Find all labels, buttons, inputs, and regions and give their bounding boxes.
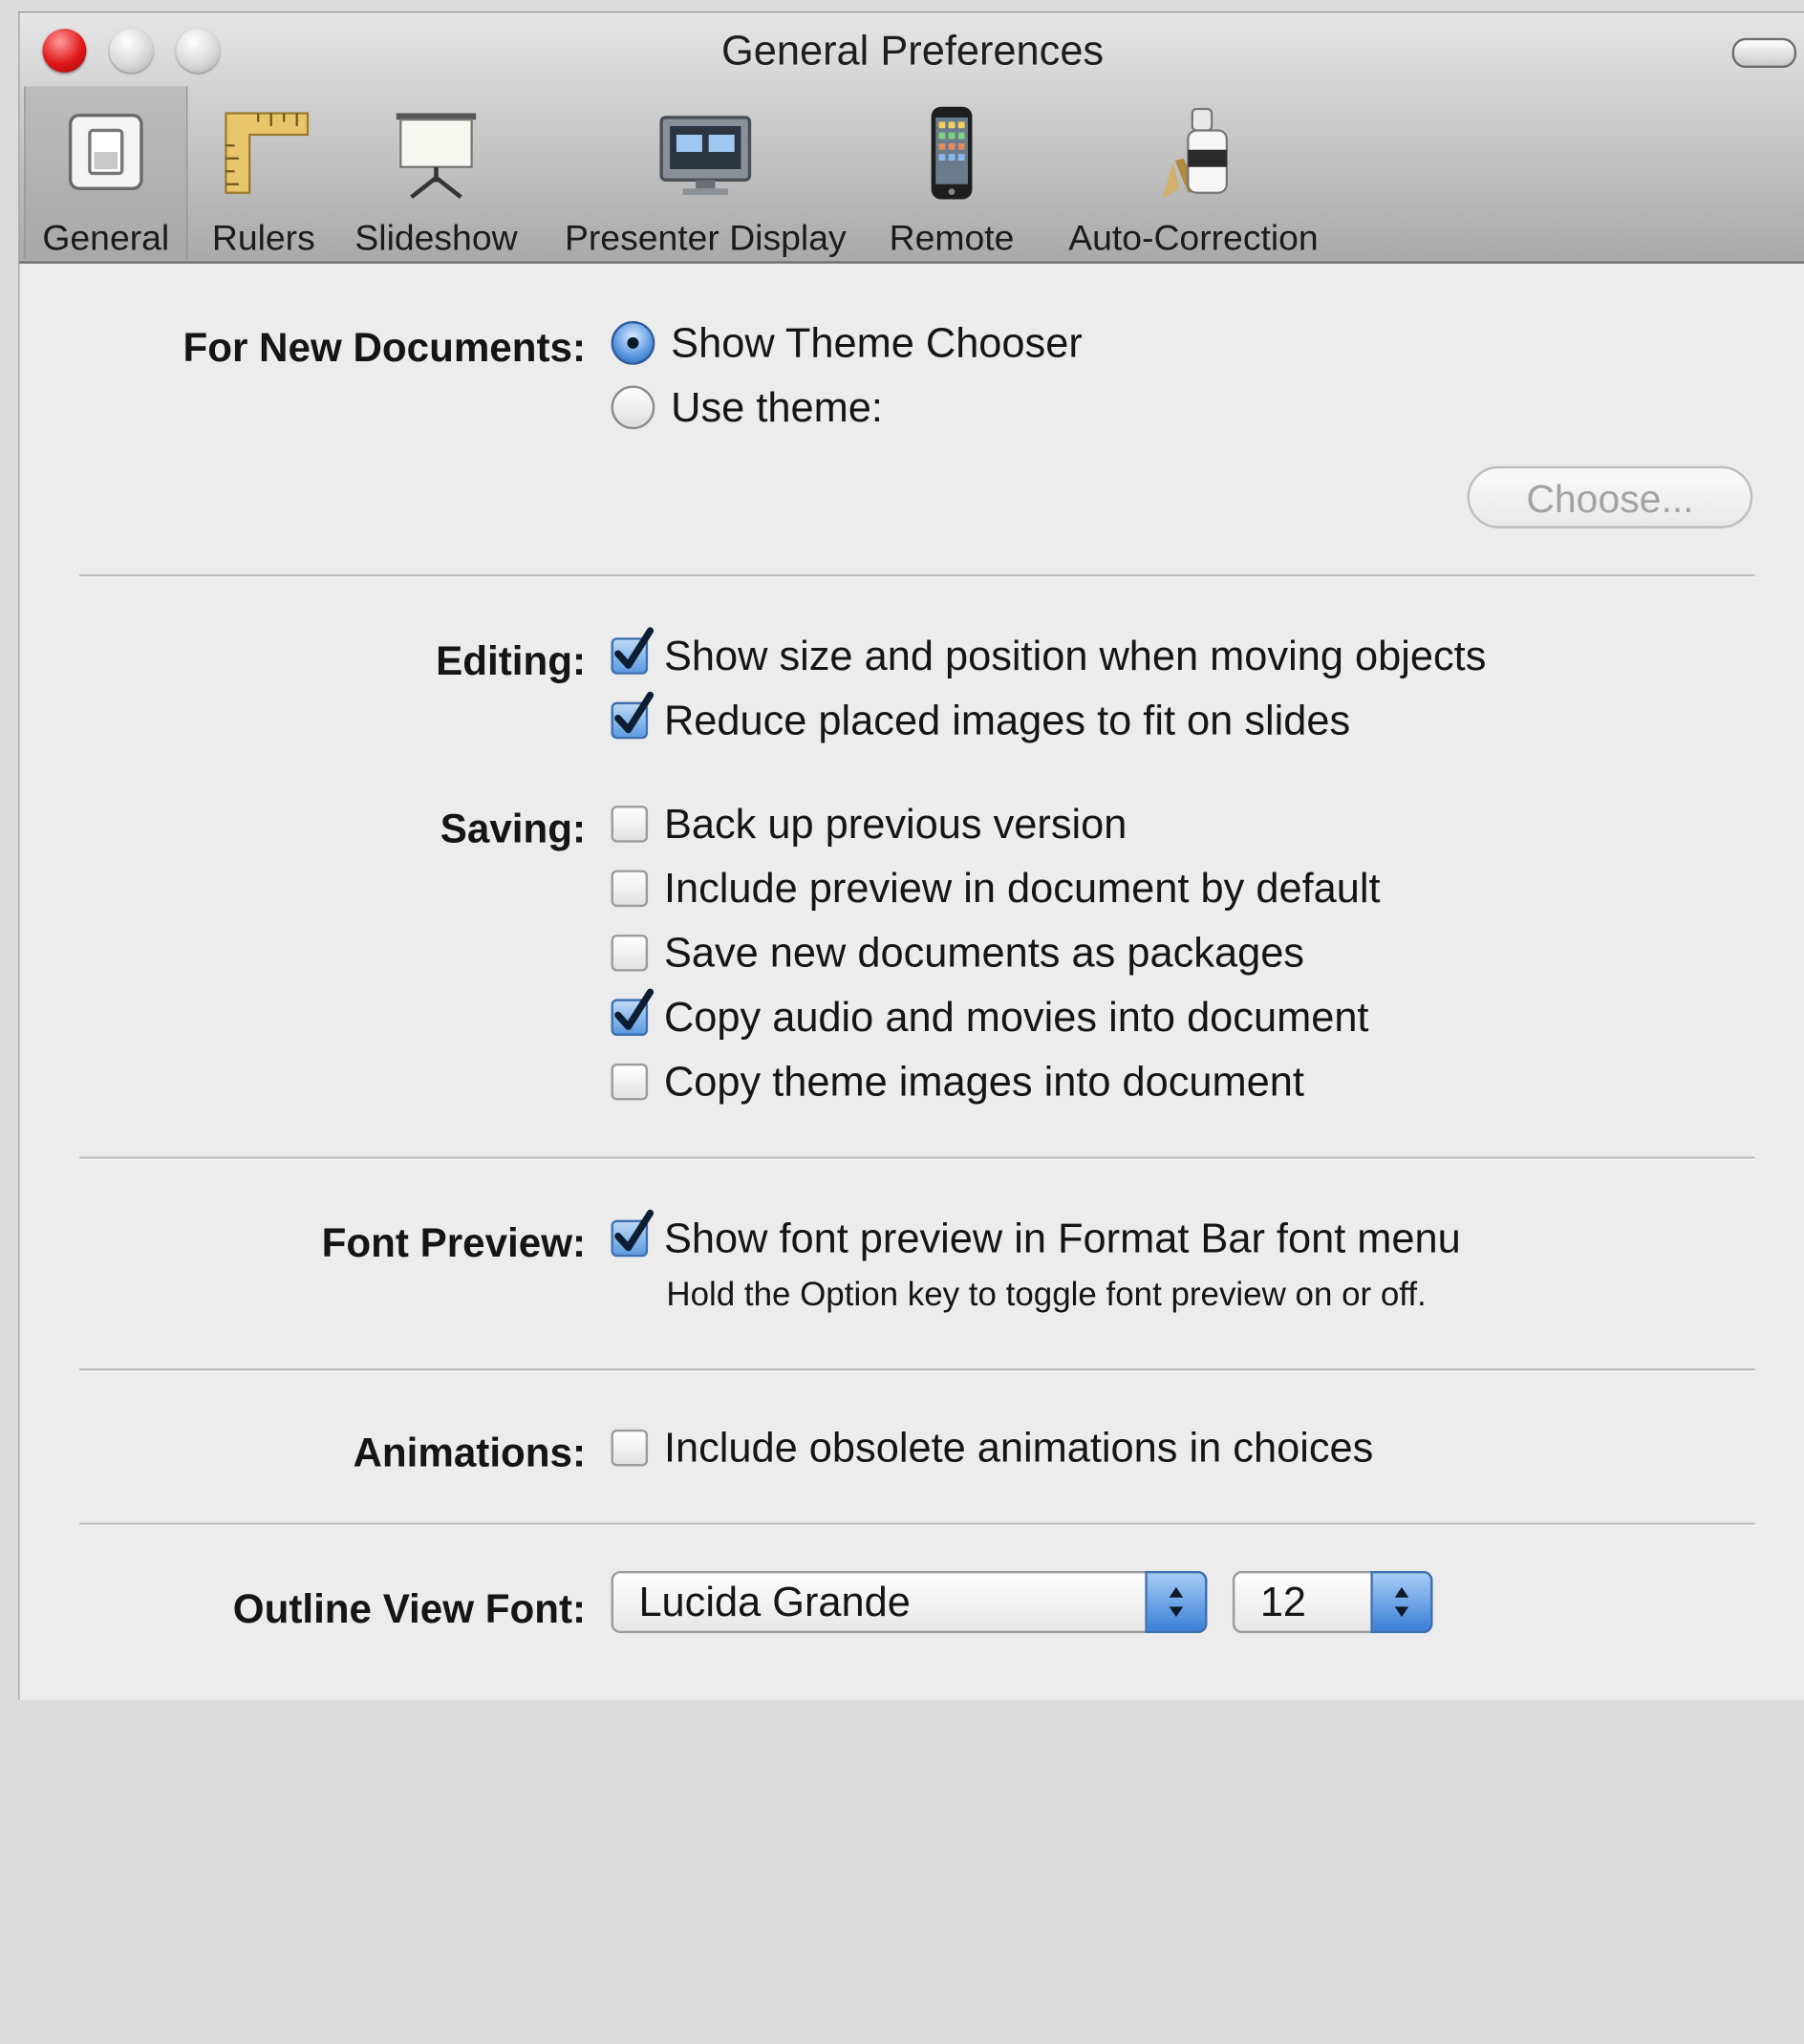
- checkbox-obsolete-animations[interactable]: Include obsolete animations in choices: [611, 1423, 1374, 1473]
- checkbox-show-size-position[interactable]: Show size and position when moving objec…: [611, 627, 1487, 680]
- toolbar: General Preferences General Rulers Slide…: [19, 12, 1804, 264]
- checkbox-label: Include preview in document by default: [663, 864, 1381, 912]
- radio-label: Show Theme Chooser: [671, 318, 1083, 366]
- tab-remote-label: Remote: [889, 217, 1015, 258]
- general-preferences-pane: For New Documents: Show Theme Chooser Us…: [19, 264, 1804, 1700]
- checkbox-label: Show font preview in Format Bar font men…: [663, 1214, 1461, 1262]
- tab-general-label: General: [42, 217, 170, 258]
- tab-auto-correction[interactable]: Auto-Correction: [1042, 86, 1345, 259]
- window-title: General Preferences: [721, 26, 1105, 75]
- font-preview-label: Font Preview:: [321, 1220, 587, 1266]
- divider: [79, 1368, 1755, 1372]
- font-family-select[interactable]: Lucida Grande: [611, 1571, 1208, 1634]
- checkbox[interactable]: [611, 870, 649, 908]
- checkbox-label: Copy theme images into document: [663, 1057, 1304, 1106]
- checkbox-save-as-packages[interactable]: Save new documents as packages: [611, 928, 1304, 978]
- divider: [79, 573, 1755, 578]
- select-arrows-icon[interactable]: [1145, 1571, 1208, 1634]
- checkbox-checked[interactable]: [611, 1209, 655, 1258]
- select-arrows-icon[interactable]: [1370, 1571, 1433, 1634]
- choose-theme-button[interactable]: Choose...: [1467, 465, 1753, 528]
- checkmark-icon: [614, 691, 655, 734]
- checkbox-copy-theme-images[interactable]: Copy theme images into document: [611, 1057, 1304, 1107]
- checkmark-icon: [614, 627, 655, 669]
- checkmark-icon: [614, 988, 655, 1030]
- radio-button[interactable]: [611, 385, 655, 430]
- animations-label: Animations:: [353, 1431, 587, 1476]
- preferences-window: General Preferences General Rulers Slide…: [18, 11, 1804, 1700]
- tab-rulers-label: Rulers: [211, 217, 315, 258]
- tab-slideshow-label: Slideshow: [354, 217, 518, 258]
- checkbox[interactable]: [611, 806, 649, 843]
- editing-label: Editing:: [436, 638, 587, 684]
- checkbox-copy-audio-movies[interactable]: Copy audio and movies into document: [611, 988, 1369, 1042]
- radio-use-theme[interactable]: Use theme:: [611, 383, 883, 432]
- checkbox-checked[interactable]: [611, 691, 655, 740]
- checkmark-icon: [614, 1209, 655, 1252]
- tab-slideshow[interactable]: Slideshow: [342, 86, 531, 259]
- radio-show-theme-chooser[interactable]: Show Theme Chooser: [611, 318, 1083, 368]
- checkbox-checked[interactable]: [611, 988, 655, 1036]
- outline-view-font-label: Outline View Font:: [232, 1586, 587, 1632]
- checkbox-label: Reduce placed images to fit on slides: [663, 696, 1351, 744]
- tab-rulers[interactable]: Rulers: [195, 86, 333, 259]
- checkbox-label: Show size and position when moving objec…: [663, 632, 1487, 679]
- checkbox-show-font-preview[interactable]: Show font preview in Format Bar font men…: [611, 1209, 1461, 1263]
- divider: [79, 1156, 1755, 1161]
- saving-label: Saving:: [440, 807, 587, 852]
- light-switch-icon: [68, 114, 143, 190]
- checkbox-reduce-images[interactable]: Reduce placed images to fit on slides: [611, 691, 1351, 745]
- iphone-remote-icon: [931, 106, 973, 200]
- projection-screen-icon: [396, 113, 477, 200]
- ruler-icon: [225, 112, 310, 194]
- checkbox-label: Back up previous version: [663, 800, 1128, 848]
- font-size-select[interactable]: 12: [1232, 1571, 1433, 1634]
- checkbox-label: Include obsolete animations in choices: [663, 1423, 1374, 1472]
- checkbox-label: Save new documents as packages: [663, 928, 1304, 977]
- checkbox[interactable]: [611, 934, 649, 972]
- radio-button-selected[interactable]: [611, 321, 655, 365]
- font-size-value: 12: [1259, 1578, 1307, 1625]
- checkbox-back-up-version[interactable]: Back up previous version: [611, 800, 1128, 849]
- correction-bottle-icon: [1162, 107, 1228, 200]
- tab-auto-correction-label: Auto-Correction: [1068, 217, 1319, 258]
- tab-presenter-display[interactable]: Presenter Display: [545, 86, 867, 259]
- tab-general[interactable]: General: [24, 86, 188, 259]
- checkbox-checked[interactable]: [611, 627, 655, 675]
- divider: [79, 1522, 1755, 1527]
- tab-remote[interactable]: Remote: [880, 86, 1022, 259]
- checkbox-include-preview[interactable]: Include preview in document by default: [611, 864, 1381, 914]
- tab-presenter-display-label: Presenter Display: [564, 217, 847, 258]
- font-family-value: Lucida Grande: [638, 1578, 911, 1625]
- font-preview-note: Hold the Option key to toggle font previ…: [666, 1276, 1427, 1314]
- new-documents-label: For New Documents:: [183, 325, 587, 371]
- radio-label: Use theme:: [671, 383, 883, 431]
- checkbox[interactable]: [611, 1063, 649, 1101]
- display-monitor-icon: [659, 116, 752, 196]
- checkbox[interactable]: [611, 1429, 649, 1467]
- checkbox-label: Copy audio and movies into document: [663, 993, 1369, 1041]
- toolbar-toggle-button[interactable]: [1731, 37, 1797, 69]
